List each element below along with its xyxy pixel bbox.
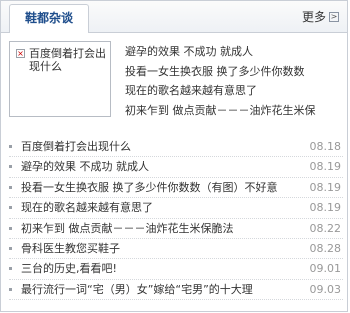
bullet-icon	[9, 226, 12, 230]
list-item: 避孕的效果 不成功 就成人 08.19	[9, 157, 343, 178]
article-list: 百度倒着打会出现什么 08.18 避孕的效果 不成功 就成人 08.19 投看一女生…	[9, 137, 343, 301]
article-date: 08.18	[309, 140, 342, 153]
bullet-icon	[9, 145, 12, 148]
list-item: 骨科医生教您买鞋子 08.28	[9, 239, 343, 260]
featured-link[interactable]: 现在的歌名越来越有意思了	[125, 81, 343, 101]
list-item: 初来乍到 做点贡献－－－油炸花生米保脆法 08.22	[9, 219, 343, 239]
list-item: 最行流行一词“宅（男）女”嫁给“宅男”的十大理 09.03	[9, 280, 343, 301]
article-link[interactable]: 避孕的效果 不成功 就成人	[21, 157, 303, 177]
article-link[interactable]: 现在的歌名越来越有意思了	[21, 198, 303, 218]
featured-image-alt-text[interactable]: 百度倒着打会出现什么	[29, 47, 109, 73]
bullet-icon	[9, 165, 12, 169]
featured-image[interactable]: × 百度倒着打会出现什么	[9, 41, 111, 117]
article-link[interactable]: 骨科医生教您买鞋子	[21, 239, 303, 259]
article-date: 08.22	[309, 221, 342, 235]
featured-link[interactable]: 投看一女生换衣服 换了多少件你数数	[125, 62, 343, 82]
featured-links: 避孕的效果 不成功 就成人 投看一女生换衣服 换了多少件你数数 现在的歌名越来越…	[125, 42, 343, 120]
article-link[interactable]: 初来乍到 做点贡献－－－油炸花生米保脆法	[21, 219, 303, 239]
bullet-icon	[9, 206, 12, 210]
news-panel: 鞋都杂谈 更多 > × 百度倒着打会出现什么 避孕的效果 不成功 就成人 投看一…	[0, 0, 348, 312]
article-link[interactable]: 投看一女生换衣服 换了多少件你数数（有图）不好意	[21, 178, 303, 198]
article-date: 08.19	[309, 160, 342, 174]
article-date: 08.28	[309, 241, 342, 255]
bullet-icon	[9, 185, 12, 189]
article-link[interactable]: 三台的历史,看看吧!	[21, 259, 303, 279]
article-date: 09.03	[309, 282, 342, 296]
featured-link[interactable]: 避孕的效果 不成功 就成人	[125, 42, 343, 62]
bullet-icon	[9, 267, 12, 271]
list-item: 投看一女生换衣服 换了多少件你数数（有图）不好意 08.19	[9, 178, 343, 199]
article-date: 09.01	[309, 262, 342, 276]
list-item: 百度倒着打会出现什么 08.18	[9, 137, 343, 158]
article-date: 08.19	[309, 180, 342, 194]
list-item: 三台的历史,看看吧! 09.01	[9, 259, 343, 280]
featured-section: × 百度倒着打会出现什么 避孕的效果 不成功 就成人 投看一女生换衣服 换了多少…	[9, 41, 341, 121]
list-item: 现在的歌名越来越有意思了 08.19	[9, 198, 343, 219]
article-date: 08.19	[309, 201, 342, 215]
more-link[interactable]: 更多 >	[302, 8, 339, 25]
article-link[interactable]: 最行流行一词“宅（男）女”嫁给“宅男”的十大理	[21, 280, 303, 300]
article-link[interactable]: 百度倒着打会出现什么	[21, 137, 303, 157]
more-label[interactable]: 更多	[302, 8, 326, 25]
tab-shoe-city-chat[interactable]: 鞋都杂谈	[9, 4, 89, 33]
bullet-icon	[9, 246, 12, 250]
panel-header: 鞋都杂谈 更多 >	[1, 1, 347, 33]
broken-image-icon: ×	[16, 49, 25, 58]
featured-link[interactable]: 初来乍到 做点贡献－－－油炸花生米保	[125, 101, 343, 121]
more-arrow-icon[interactable]: >	[329, 11, 339, 22]
bullet-icon	[9, 287, 12, 291]
